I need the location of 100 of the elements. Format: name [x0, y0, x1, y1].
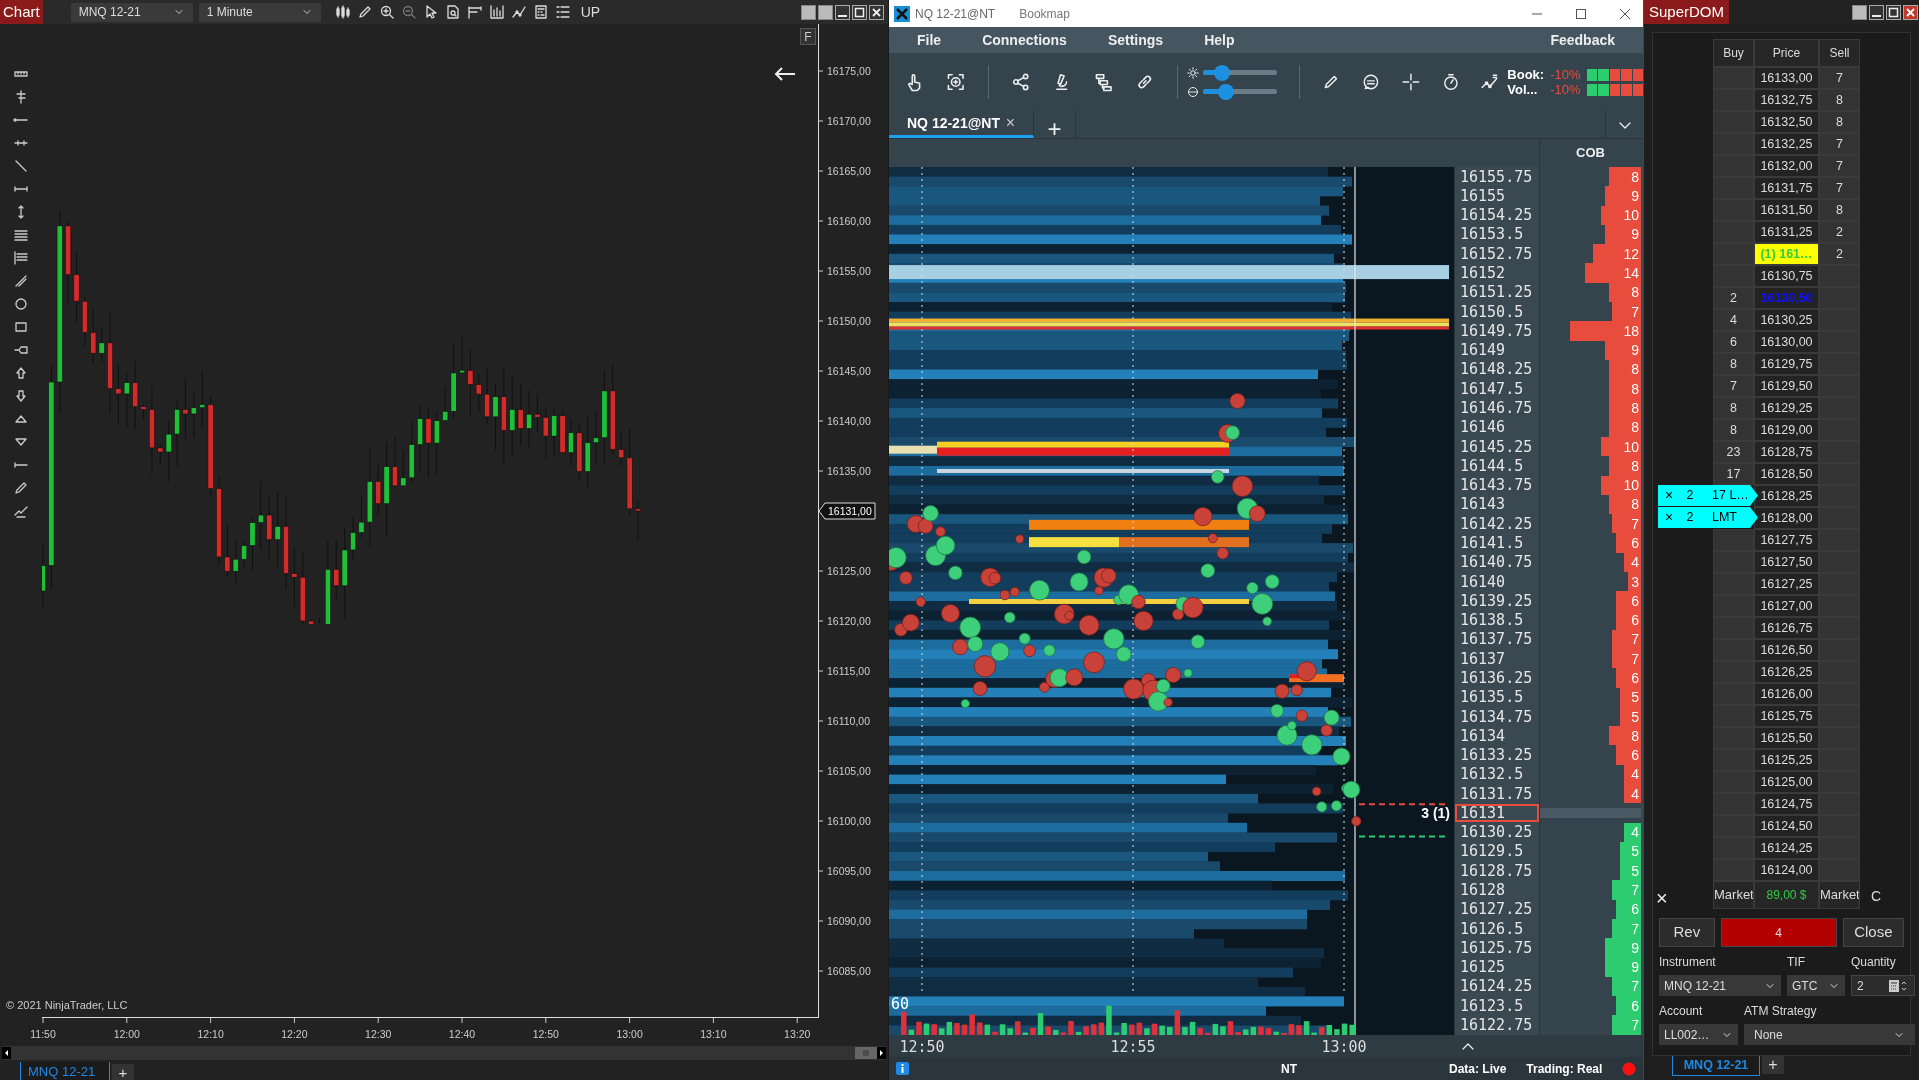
window-button-icon[interactable] — [818, 4, 833, 20]
document-search-icon[interactable] — [444, 4, 461, 20]
time-axis-label: 13:00 — [616, 1028, 643, 1040]
interval-dropdown[interactable]: 1 Minute — [198, 2, 321, 22]
scroll-thumb-icon[interactable] — [855, 1047, 877, 1059]
price-cell: 16125,25 — [1754, 749, 1819, 771]
field-label: Account — [1659, 1003, 1704, 1020]
stopwatch-icon[interactable] — [1441, 71, 1460, 93]
info-icon[interactable] — [896, 1062, 909, 1075]
zoom-out-icon[interactable] — [400, 4, 417, 20]
position-button[interactable]: 4 — [1720, 918, 1837, 947]
cancel-all-button[interactable]: × — [1656, 883, 1668, 913]
minimize-icon[interactable] — [835, 4, 850, 20]
back-arrow-icon[interactable] — [774, 66, 796, 82]
cancel-order-button[interactable]: × — [1658, 507, 1680, 528]
bar-chart-icon[interactable] — [488, 4, 505, 20]
add-tab-button[interactable]: + — [1762, 1056, 1784, 1074]
atm-strategy-dropdown[interactable]: None — [1744, 1024, 1915, 1045]
minimize-icon[interactable] — [1869, 4, 1884, 20]
cob-value: 8 — [1631, 420, 1640, 435]
buy-cell: 7 — [1713, 375, 1754, 397]
cancel-order-button[interactable]: × — [1658, 485, 1680, 506]
price-label: 16143.75 — [1459, 476, 1533, 495]
list-icon[interactable] — [554, 4, 571, 20]
feedback-button[interactable]: Feedback — [1550, 29, 1615, 51]
window-button-icon[interactable] — [801, 4, 816, 20]
channel-icon[interactable] — [13, 273, 29, 289]
add-tab-button[interactable]: + — [1034, 111, 1076, 138]
contrast-icon — [1187, 85, 1200, 98]
add-tab-button[interactable]: + — [112, 1064, 134, 1080]
price-cell: 16128,00 — [1754, 507, 1819, 529]
menu-item[interactable]: Help — [1204, 29, 1235, 51]
fibonacci-icon[interactable] — [13, 250, 29, 266]
line-icon[interactable] — [13, 158, 29, 174]
sell-market-button[interactable]: Market — [1819, 881, 1860, 909]
cob-value: 7 — [1631, 651, 1640, 666]
app-logo-icon — [894, 5, 910, 22]
chart-tab[interactable]: MNQ 12-21 — [20, 1062, 110, 1080]
close-tab-button[interactable]: × — [1005, 111, 1015, 135]
instrument-tab[interactable]: MNQ 12-21 — [1672, 1056, 1760, 1076]
price-cell: 16131,75 — [1754, 177, 1819, 199]
horizontal-lines-icon[interactable] — [13, 227, 29, 243]
cob-value: 9 — [1631, 343, 1640, 358]
price-cell: 16131,25 — [1754, 221, 1819, 243]
sell-cell — [1819, 815, 1860, 837]
reverse-button[interactable]: Rev — [1659, 918, 1715, 947]
slider[interactable] — [1203, 83, 1278, 100]
maximize-icon[interactable] — [1575, 7, 1587, 20]
cob-value: 8 — [1631, 458, 1640, 473]
slider[interactable] — [1203, 64, 1278, 81]
instrument-dropdown[interactable]: MNQ 12-21 — [1659, 975, 1781, 996]
f-button[interactable]: F — [800, 28, 816, 45]
maximize-icon[interactable] — [1886, 4, 1901, 20]
buy-market-button[interactable]: Market — [1713, 881, 1754, 909]
quantity-field[interactable]: 2 — [1851, 975, 1915, 996]
buy-cell: 8 — [1713, 397, 1754, 419]
buy-cell — [1713, 551, 1754, 573]
menu-item[interactable]: File — [917, 29, 942, 51]
maximize-icon[interactable] — [852, 4, 867, 20]
circle-icon[interactable] — [13, 296, 29, 312]
price-cell: 16124,50 — [1754, 815, 1819, 837]
price-label: 16142.25 — [1459, 514, 1533, 533]
price-label: 16131.75 — [1459, 784, 1533, 803]
close-icon[interactable] — [1619, 7, 1631, 20]
scroll-right-icon[interactable] — [877, 1047, 886, 1059]
instrument-dropdown[interactable]: MNQ 12-21 — [70, 2, 193, 22]
rectangle-icon[interactable] — [13, 319, 29, 335]
menu-item[interactable]: Settings — [1107, 29, 1164, 51]
line-chart-icon[interactable] — [510, 4, 527, 20]
zoom-in-icon[interactable] — [378, 4, 395, 20]
window-button-icon[interactable] — [1852, 4, 1867, 20]
cob-value: 4 — [1631, 767, 1640, 782]
pencil-icon[interactable] — [13, 480, 29, 496]
pencil-icon[interactable] — [356, 4, 373, 20]
tif-dropdown[interactable]: GTC — [1787, 975, 1845, 996]
buy-cell: 17 — [1713, 463, 1754, 485]
calculator-icon[interactable] — [532, 4, 549, 20]
sell-cell — [1819, 353, 1860, 375]
cob-value: 7 — [1631, 1018, 1640, 1032]
app-name: Bookmap — [1019, 5, 1070, 23]
sell-cell — [1819, 661, 1860, 683]
scroll-left-icon[interactable] — [2, 1047, 11, 1059]
sell-cell — [1819, 287, 1860, 309]
buy-cell — [1713, 859, 1754, 881]
crosshair-icon[interactable] — [1401, 71, 1420, 93]
candlestick-icon[interactable] — [334, 4, 351, 20]
cob-value: 9 — [1631, 940, 1640, 955]
close-position-button[interactable]: Close — [1842, 918, 1904, 947]
price-label: 16124.25 — [1459, 977, 1533, 996]
cob-value: 7 — [1631, 516, 1640, 531]
close-icon[interactable] — [869, 4, 884, 20]
pnl-value: 89,00 $ — [1754, 881, 1819, 909]
calculator-icon[interactable] — [1889, 979, 1909, 992]
account-dropdown[interactable]: LL002… — [1659, 1024, 1738, 1045]
close-icon[interactable] — [1903, 4, 1918, 20]
time-axis-label: 12:10 — [197, 1028, 224, 1040]
cob-value: 4 — [1631, 555, 1640, 570]
horizontal-scrollbar[interactable] — [2, 1046, 886, 1060]
menu-item[interactable]: Connections — [982, 29, 1067, 51]
up-button[interactable]: UP — [576, 1, 605, 23]
